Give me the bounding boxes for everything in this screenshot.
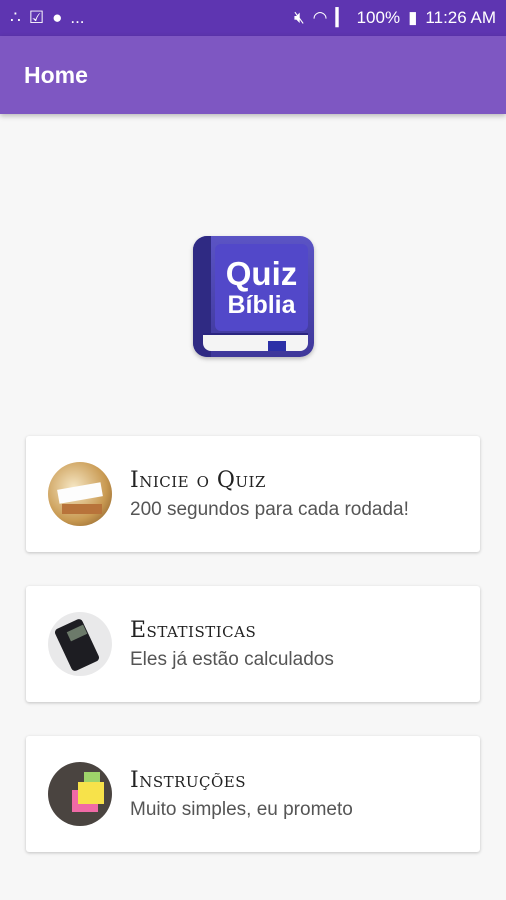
page-title: Home <box>24 61 88 88</box>
calculator-thumbnail-icon <box>48 612 112 676</box>
card-title: Inicie o Quiz <box>130 467 266 493</box>
card-subtitle: Muito simples, eu prometo <box>130 798 353 820</box>
status-overflow: ... <box>70 8 85 27</box>
card-subtitle: Eles já estão calculados <box>130 648 334 670</box>
card-text: Inicie o Quiz 200 segundos para cada rod… <box>130 468 409 521</box>
card-title: Estatisticas <box>130 617 257 643</box>
app-logo: Quiz Bíblia <box>193 236 314 357</box>
quiz-thumbnail-icon <box>48 462 112 526</box>
clock: 11:26 AM <box>425 8 496 27</box>
wifi-icon: ◠ <box>312 8 328 27</box>
info-icon: ● <box>52 8 63 27</box>
menu-card-instructions[interactable]: Instruções Muito simples, eu prometo <box>26 736 480 852</box>
status-right: 🔇︎ ◠ ▎ 100% ▮ 11:26 AM <box>294 8 496 28</box>
card-text: Estatisticas Eles já estão calculados <box>130 618 334 671</box>
logo-label: Quiz Bíblia <box>215 244 308 331</box>
status-bar: ∴ ☑ ● ... 🔇︎ ◠ ▎ 100% ▮ 11:26 AM <box>0 0 506 36</box>
signal-icon: ▎ <box>335 8 349 27</box>
status-left: ∴ ☑ ● ... <box>10 8 85 28</box>
menu-card-statistics[interactable]: Estatisticas Eles já estão calculados <box>26 586 480 702</box>
app-bar: Home <box>0 36 506 114</box>
sticky-notes-thumbnail-icon <box>48 762 112 826</box>
share-icon: ∴ <box>10 8 21 27</box>
card-title: Instruções <box>130 767 247 793</box>
book-pages <box>203 333 308 351</box>
clipboard-icon: ☑ <box>28 8 45 27</box>
battery-percent: 100% <box>356 8 401 27</box>
battery-icon: ▮ <box>408 8 418 27</box>
card-text: Instruções Muito simples, eu prometo <box>130 768 353 821</box>
mute-icon: 🔇︎ <box>293 8 305 27</box>
card-subtitle: 200 segundos para cada rodada! <box>130 498 409 520</box>
logo-text-biblia: Bíblia <box>227 290 296 319</box>
logo-text-quiz: Quiz <box>225 254 298 292</box>
menu-card-start-quiz[interactable]: Inicie o Quiz 200 segundos para cada rod… <box>26 436 480 552</box>
bookmark <box>268 341 286 351</box>
